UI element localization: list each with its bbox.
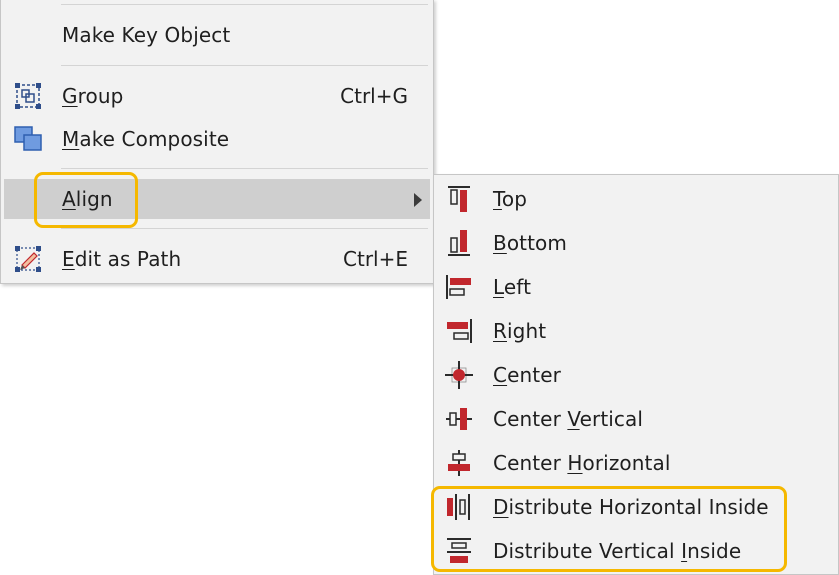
menu-item-label: Align [62, 187, 113, 211]
shortcut-ctrl-e: Ctrl+E [343, 247, 408, 271]
submenu-item-distribute-horizontal-inside[interactable]: Distribute Horizontal Inside [437, 487, 835, 527]
menu-item-align[interactable]: Align [4, 179, 430, 219]
submenu-item-label: Center Horizontal [493, 451, 671, 475]
submenu-item-label: Distribute Horizontal Inside [493, 495, 769, 519]
submenu-item-label: Left [493, 275, 532, 299]
menu-item-label: Make Key Object [62, 23, 231, 47]
submenu-item-label: Distribute Vertical Inside [493, 539, 742, 563]
menu-item-label: Group [62, 84, 124, 108]
menu-item-label: Edit as Path [62, 247, 182, 271]
group-icon [12, 80, 44, 112]
menu-separator [61, 65, 428, 66]
make-composite-icon [12, 123, 44, 155]
submenu-item-label: Bottom [493, 231, 567, 255]
align-center-icon [443, 359, 475, 391]
menu-item-make-composite[interactable]: Make Composite [4, 119, 430, 159]
edit-path-icon [12, 243, 44, 275]
menu-item-edit-as-path[interactable]: Edit as Path Ctrl+E [4, 239, 430, 279]
menu-separator [61, 228, 428, 229]
submenu-arrow-icon [414, 193, 422, 207]
submenu-item-label: Center Vertical [493, 407, 644, 431]
align-submenu: Top Bottom Left Right Center Center Vert… [433, 174, 839, 575]
distribute-horizontal-icon [443, 491, 475, 523]
distribute-vertical-icon [443, 535, 475, 567]
shortcut-ctrl-g: Ctrl+G [340, 84, 408, 108]
menu-item-group[interactable]: Group Ctrl+G [4, 76, 430, 116]
submenu-item-label: Center [493, 363, 561, 387]
submenu-item-distribute-vertical-inside[interactable]: Distribute Vertical Inside [437, 531, 835, 571]
submenu-item-left[interactable]: Left [437, 267, 835, 307]
align-left-icon [443, 271, 475, 303]
align-center-vertical-icon [443, 403, 475, 435]
submenu-item-center[interactable]: Center [437, 355, 835, 395]
menu-separator [61, 168, 428, 169]
submenu-item-right[interactable]: Right [437, 311, 835, 351]
submenu-item-label: Right [493, 319, 547, 343]
align-right-icon [443, 315, 475, 347]
menu-separator [61, 4, 428, 5]
align-top-icon [443, 183, 475, 215]
menu-item-make-key-object[interactable]: Make Key Object [4, 15, 430, 55]
submenu-item-top[interactable]: Top [437, 179, 835, 219]
align-center-horizontal-icon [443, 447, 475, 479]
submenu-item-label: Top [493, 187, 528, 211]
submenu-item-center-vertical[interactable]: Center Vertical [437, 399, 835, 439]
align-bottom-icon [443, 227, 475, 259]
submenu-item-bottom[interactable]: Bottom [437, 223, 835, 263]
context-menu: Make Key Object Group Ctrl+G Make Compos… [0, 0, 434, 284]
menu-item-label: Make Composite [62, 127, 230, 151]
submenu-item-center-horizontal[interactable]: Center Horizontal [437, 443, 835, 483]
